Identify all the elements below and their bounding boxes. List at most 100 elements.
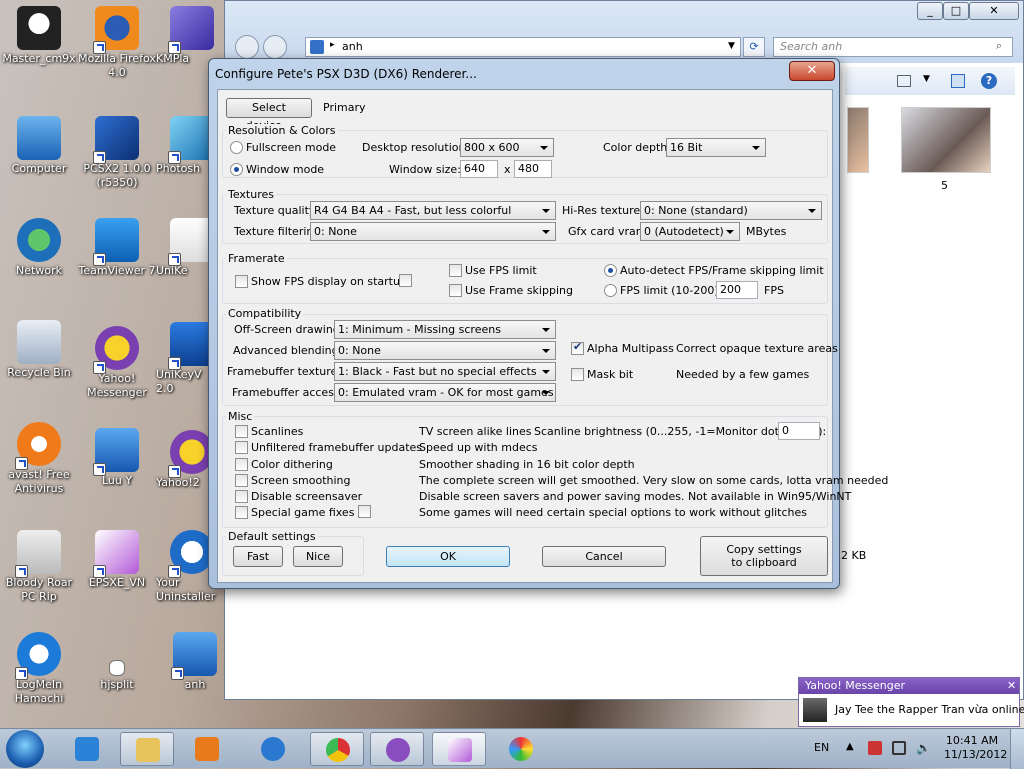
taskbar-paint[interactable] — [494, 732, 548, 766]
teamviewer-icon — [93, 218, 139, 266]
window-mode-radio[interactable] — [230, 163, 243, 176]
thumbnail-partial[interactable] — [847, 107, 869, 173]
desktop-icon-unikeyv[interactable]: UniKeyV 2.0 — [156, 322, 216, 396]
desktop-icon-photoshop[interactable]: Photosh — [156, 116, 216, 176]
fast-button[interactable]: Fast — [233, 546, 283, 567]
chrome-icon — [326, 738, 350, 762]
show-fps-toggle[interactable] — [399, 274, 412, 287]
back-button[interactable] — [235, 35, 259, 59]
desktop-icon-teamviewer[interactable]: TeamViewer 7 — [78, 218, 156, 278]
scanline-brightness-input[interactable]: 0 — [778, 422, 820, 440]
unfiltered-fb-checkbox[interactable] — [235, 441, 248, 454]
color-depth-select[interactable]: 16 Bit — [666, 138, 766, 157]
desktop-icon-recycle-bin[interactable]: Recycle Bin — [0, 320, 78, 380]
offscreen-drawing-select[interactable]: 1: Minimum - Missing screens — [334, 320, 556, 339]
select-device-button[interactable]: Select device... — [226, 98, 312, 132]
screen-smoothing-checkbox[interactable] — [235, 474, 248, 487]
special-game-fixes-checkbox[interactable] — [235, 506, 248, 519]
desktop-icon-pcsx2[interactable]: PCSX2 1.0.0 (r5350) — [78, 116, 156, 190]
desktop-icon-avast[interactable]: avast! Free Antivirus — [0, 422, 78, 496]
chevron-down-icon[interactable]: ▼ — [728, 41, 735, 51]
hires-textures-select[interactable]: 0: None (standard) — [640, 201, 822, 220]
refresh-icon[interactable]: ⟳ — [743, 37, 765, 57]
color-dithering-checkbox[interactable] — [235, 458, 248, 471]
desktop-icon-hamachi[interactable]: LogMeIn Hamachi — [0, 632, 78, 706]
taskbar-ie[interactable] — [246, 732, 300, 766]
taskbar-yahoo[interactable] — [370, 732, 424, 766]
fps-limit-input[interactable]: 200 — [716, 281, 758, 299]
fps-limit-radio[interactable] — [604, 284, 617, 297]
desktop-icon-kmplayer[interactable]: KMPla — [156, 6, 216, 66]
cancel-button[interactable]: Cancel — [542, 546, 666, 567]
gfx-vram-select[interactable]: 0 (Autodetect) — [640, 222, 740, 241]
use-fps-limit-checkbox[interactable] — [449, 264, 462, 277]
gfx-vram-label: Gfx card vram: — [568, 225, 651, 238]
desktop-icon-firefox[interactable]: Mozilla Firefox 4.0 — [78, 6, 156, 80]
help-icon[interactable]: ? — [981, 73, 997, 89]
desktop-icon-unikey[interactable]: UniKe — [156, 218, 216, 278]
desktop-icon-anh[interactable]: anh — [156, 632, 234, 692]
maximize-button[interactable]: □ — [943, 2, 969, 20]
textures-group-title: Textures — [226, 188, 276, 201]
fullscreen-radio[interactable] — [230, 141, 243, 154]
thumbnail-image[interactable] — [901, 107, 991, 173]
alpha-multipass-checkbox[interactable] — [571, 340, 584, 355]
language-indicator[interactable]: EN — [814, 741, 829, 754]
mask-bit-checkbox[interactable] — [571, 368, 584, 381]
forward-button[interactable] — [263, 35, 287, 59]
desktop-icon-epsxe[interactable]: EPSXE_VN — [78, 530, 156, 590]
use-fps-limit-label: Use FPS limit — [465, 264, 537, 277]
texture-filtering-select[interactable]: 0: None — [310, 222, 556, 241]
clock[interactable]: 10:41 AM 11/13/2012 — [944, 734, 1007, 762]
chevron-down-icon[interactable]: ▼ — [923, 74, 930, 84]
desktop-icon-yahoo[interactable]: Yahoo! Messenger — [78, 326, 156, 400]
desktop-icon-luu-y[interactable]: Luu Y — [78, 428, 156, 488]
taskbar-teamviewer[interactable] — [60, 732, 114, 766]
hires-textures-label: Hi-Res textures: — [562, 204, 650, 217]
framebuffer-access-select[interactable]: 0: Emulated vram - OK for most games — [334, 383, 556, 402]
window-height-input[interactable]: 480 — [514, 160, 552, 178]
disable-screensaver-checkbox[interactable] — [235, 490, 248, 503]
search-input[interactable]: Search anh ⌕ — [773, 37, 1013, 57]
show-hidden-icons[interactable]: ▲ — [846, 741, 854, 752]
auto-fps-radio[interactable] — [604, 264, 617, 277]
nice-button[interactable]: Nice — [293, 546, 343, 567]
preview-pane-icon[interactable] — [951, 74, 965, 88]
desktop-resolution-select[interactable]: 800 x 600 — [460, 138, 554, 157]
desktop-icon-yahoo2[interactable]: Yahoo!2 — [156, 430, 216, 490]
copy-settings-button[interactable]: Copy settings to clipboard — [700, 536, 828, 576]
taskbar-explorer[interactable] — [120, 732, 174, 766]
minimize-button[interactable]: _ — [917, 2, 943, 20]
taskbar-chrome[interactable] — [310, 732, 364, 766]
taskbar-media-player[interactable] — [180, 732, 234, 766]
window-width-input[interactable]: 640 — [460, 160, 498, 178]
view-icon[interactable] — [897, 75, 911, 87]
yahoo-notification[interactable]: Yahoo! Messenger ✕ Jay Tee the Rapper Tra… — [798, 677, 1024, 727]
network-icon[interactable] — [892, 741, 906, 755]
desktop-icon-master[interactable]: Master_cm9x — [0, 6, 78, 66]
epsxe-icon — [93, 530, 139, 578]
desktop-icon-hjsplit[interactable]: hjsplit — [78, 660, 156, 692]
desktop-resolution-label: Desktop resolution: — [362, 141, 470, 154]
kmplayer-icon — [168, 6, 214, 54]
texture-quality-select[interactable]: R4 G4 B4 A4 - Fast, but less colorful — [310, 201, 556, 220]
address-bar[interactable]: ▸ anh ▼ — [305, 37, 741, 57]
close-button[interactable]: ✕ — [789, 61, 835, 81]
desktop-icon-computer[interactable]: Computer — [0, 116, 78, 176]
advanced-blending-select[interactable]: 0: None — [334, 341, 556, 360]
framebuffer-textures-select[interactable]: 1: Black - Fast but no special effects — [334, 362, 556, 381]
flag-icon[interactable] — [868, 741, 882, 755]
explorer-close-button[interactable]: ✕ — [969, 2, 1019, 20]
show-desktop-button[interactable] — [1010, 729, 1024, 769]
show-fps-checkbox[interactable] — [235, 275, 248, 288]
ok-button[interactable]: OK — [386, 546, 510, 567]
taskbar-epsxe[interactable] — [432, 732, 486, 766]
desktop-icon-network[interactable]: Network — [0, 218, 78, 278]
use-frame-skipping-checkbox[interactable] — [449, 284, 462, 297]
special-game-fixes-options[interactable] — [358, 505, 371, 518]
scanlines-checkbox[interactable] — [235, 425, 248, 438]
volume-icon[interactable]: 🔈 — [916, 741, 931, 755]
close-icon[interactable]: ✕ — [1007, 678, 1016, 694]
start-button[interactable] — [6, 730, 44, 768]
desktop-icon-bloody-roar[interactable]: Bloody Roar PC Rip — [0, 530, 78, 604]
